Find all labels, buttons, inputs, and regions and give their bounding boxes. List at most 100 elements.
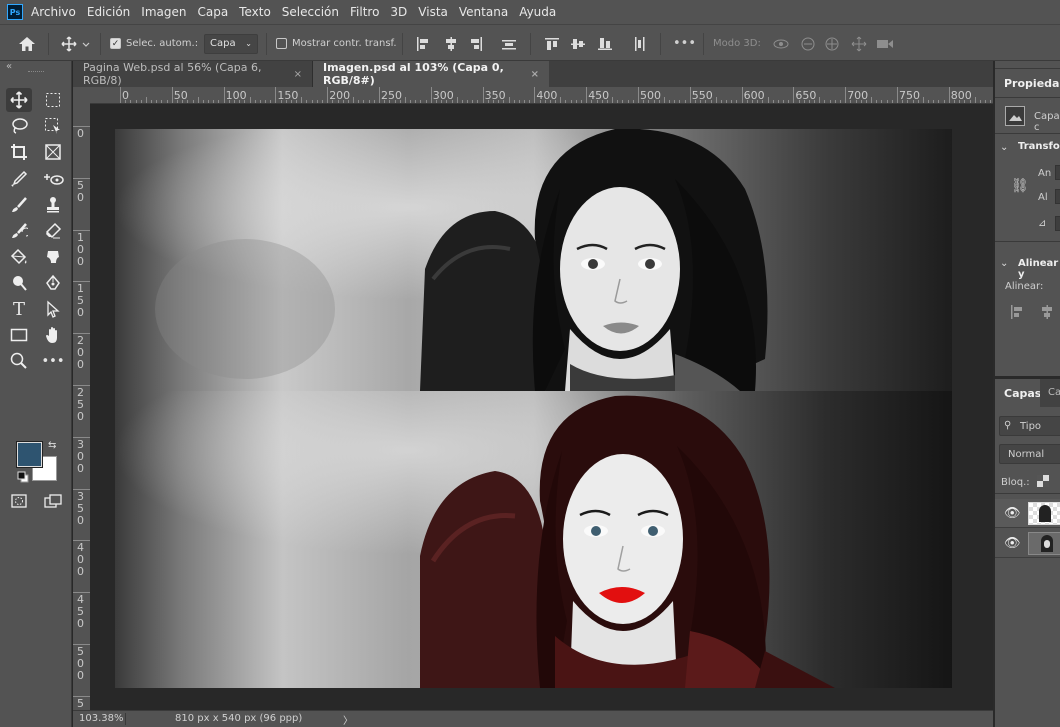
status-menu-arrow-icon[interactable]: 〉 <box>343 712 353 727</box>
menu-texto[interactable]: Texto <box>239 5 271 19</box>
visibility-eye-icon[interactable]: 👁 <box>1004 506 1021 521</box>
screen-mode-icon[interactable] <box>40 489 66 513</box>
align-horizontal-centers-icon[interactable] <box>444 25 458 62</box>
orbit-3d-icon[interactable] <box>772 25 790 62</box>
quick-mask-icon[interactable] <box>6 489 32 513</box>
vertical-ruler[interactable]: 0 5 0 1 0 0 1 5 0 2 0 0 2 5 0 3 0 0 3 5 0 4 0 0 4… <box>73 104 90 710</box>
horizontal-ruler[interactable]: 0 50 100 150 200 250 300 350 400 450 500 550 600 650 7… <box>90 87 993 104</box>
layer-filter-select[interactable]: ⚲ Tipo <box>999 416 1060 436</box>
menu-filtro[interactable]: Filtro <box>350 5 379 19</box>
ruler-minor-tick <box>441 100 443 103</box>
object-selection-tool-icon[interactable] <box>40 114 66 138</box>
history-brush-tool-icon[interactable] <box>6 219 32 243</box>
close-icon[interactable]: × <box>294 69 302 80</box>
crop-tool-icon[interactable] <box>6 140 32 164</box>
eraser-tool-icon[interactable] <box>40 219 66 243</box>
chevron-down-icon[interactable]: ⌄ <box>1000 142 1008 153</box>
align-bottom-edges-icon[interactable] <box>598 25 612 62</box>
menu-ventana[interactable]: Ventana <box>459 5 508 19</box>
paint-bucket-tool-icon[interactable] <box>6 245 32 269</box>
rectangle-tool-icon[interactable] <box>6 323 32 347</box>
ruler-minor-tick <box>477 100 479 103</box>
ruler-minor-tick <box>622 100 624 103</box>
blur-tool-icon[interactable] <box>40 245 66 269</box>
more-options-button[interactable]: ••• <box>673 25 696 62</box>
menu-edicion[interactable]: Edición <box>87 5 130 19</box>
clone-stamp-tool-icon[interactable] <box>40 193 66 217</box>
slide-3d-icon[interactable] <box>850 25 868 62</box>
dodge-tool-icon[interactable] <box>6 271 32 295</box>
brush-tool-icon[interactable] <box>6 193 32 217</box>
eyedropper-tool-icon[interactable] <box>6 167 32 191</box>
auto-select-checkbox[interactable]: ✓ <box>110 38 121 49</box>
auto-select-dropdown[interactable]: Capa ⌄ <box>204 33 258 54</box>
transform-section-title[interactable]: Transfor <box>1018 141 1060 152</box>
menu-imagen[interactable]: Imagen <box>141 5 186 19</box>
layer-row[interactable]: 👁 <box>995 529 1060 558</box>
align-left-edges-icon[interactable] <box>1010 305 1024 322</box>
lock-transparent-pixels-icon[interactable] <box>1037 475 1049 490</box>
default-colors-icon[interactable] <box>17 471 29 486</box>
menu-seleccion[interactable]: Selección <box>282 5 339 19</box>
height-input[interactable] <box>1055 189 1060 204</box>
path-selection-tool-icon[interactable] <box>40 297 66 321</box>
align-left-edges-icon[interactable] <box>416 25 430 62</box>
move-tool-preset-icon[interactable] <box>61 25 91 62</box>
close-icon[interactable]: × <box>531 69 539 80</box>
menu-ayuda[interactable]: Ayuda <box>519 5 556 19</box>
ruler-minor-tick <box>456 97 458 103</box>
align-horizontal-centers-icon[interactable] <box>1040 305 1054 322</box>
tab-imagen[interactable]: Imagen.psd al 103% (Capa 0, RGB/8#) × <box>313 61 549 87</box>
zoom-level[interactable]: 103.38% <box>79 713 124 724</box>
chevron-down-icon[interactable]: ⌄ <box>1000 258 1008 269</box>
tab-pagina-web[interactable]: Pagina Web.psd al 56% (Capa 6, RGB/8) × <box>73 61 313 87</box>
link-icon[interactable]: ⛓ <box>1011 178 1029 194</box>
hand-tool-icon[interactable] <box>40 323 66 347</box>
home-icon[interactable] <box>18 25 36 62</box>
swap-colors-icon[interactable]: ⇆ <box>48 440 56 451</box>
visibility-eye-icon[interactable]: 👁 <box>1004 536 1021 551</box>
edit-toolbar-icon[interactable]: ••• <box>40 349 66 373</box>
tab-channels[interactable]: Ca <box>1040 379 1060 407</box>
ruler-minor-tick <box>969 100 971 103</box>
menu-vista[interactable]: Vista <box>418 5 448 19</box>
drag-3d-icon[interactable] <box>824 25 840 62</box>
ruler-minor-tick <box>855 100 857 103</box>
pen-tool-icon[interactable] <box>40 271 66 295</box>
properties-tab[interactable]: Propiedades <box>1004 77 1060 90</box>
lasso-tool-icon[interactable] <box>6 114 32 138</box>
type-tool-icon[interactable]: T <box>6 297 32 321</box>
align-vertical-centers-icon[interactable] <box>571 25 585 62</box>
menu-3d[interactable]: 3D <box>390 5 407 19</box>
scale-3d-camera-icon[interactable] <box>876 25 894 62</box>
layer-row[interactable]: 👁 <box>995 499 1060 528</box>
ruler-minor-tick <box>783 100 785 103</box>
toolbox-grip[interactable] <box>28 71 44 73</box>
distribute-horizontal-icon[interactable] <box>632 25 646 62</box>
move-tool-icon[interactable] <box>6 88 32 112</box>
frame-tool-icon[interactable] <box>40 140 66 164</box>
menu-capa[interactable]: Capa <box>197 5 228 19</box>
spot-healing-tool-icon[interactable] <box>40 167 66 191</box>
menu-archivo[interactable]: Archivo <box>31 5 76 19</box>
distribute-vertical-icon[interactable] <box>502 25 516 62</box>
align-right-edges-icon[interactable] <box>469 25 483 62</box>
width-input[interactable] <box>1055 165 1060 180</box>
foreground-color-swatch[interactable] <box>16 441 43 468</box>
zoom-tool-icon[interactable] <box>6 349 32 373</box>
roll-3d-icon[interactable] <box>799 25 817 62</box>
ruler-tick <box>379 87 380 103</box>
blend-mode-select[interactable]: Normal <box>999 444 1060 464</box>
panel-header-grip[interactable] <box>995 61 1060 69</box>
ruler-origin[interactable] <box>73 87 90 104</box>
rect-marquee-tool-icon[interactable] <box>40 88 66 112</box>
align-section-title[interactable]: Alinear y <box>1018 258 1060 280</box>
show-transform-checkbox[interactable] <box>276 38 287 49</box>
channels-tab-label: Ca <box>1048 387 1060 398</box>
document-image[interactable] <box>115 129 952 688</box>
align-top-edges-icon[interactable] <box>545 25 559 62</box>
angle-input[interactable] <box>1055 216 1060 231</box>
ruler-minor-tick <box>415 100 417 103</box>
collapse-panel-icon[interactable]: « <box>6 61 12 72</box>
tab-layers[interactable]: Capas <box>995 379 1041 407</box>
